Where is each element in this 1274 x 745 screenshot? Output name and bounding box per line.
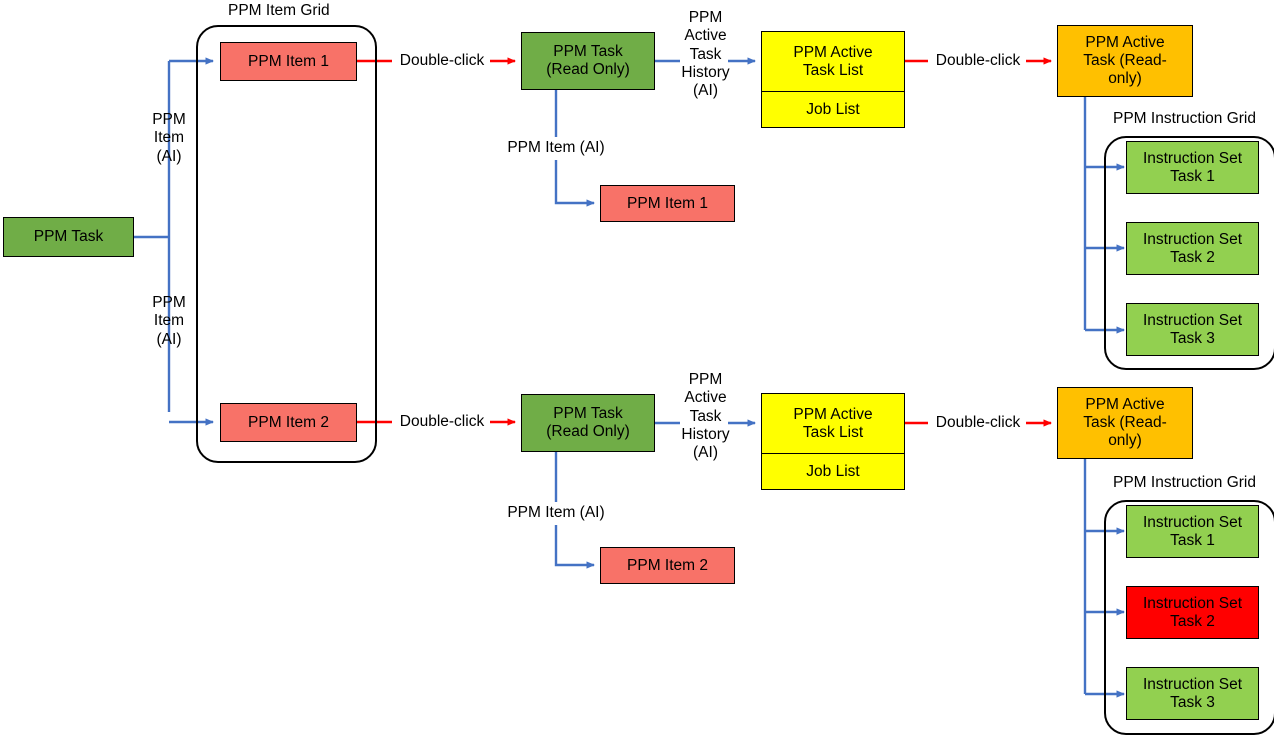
edge-label-double-click-1-text: Double-click [399,52,485,69]
edge-label-ath-bottom-line-3: History [681,425,730,443]
instr-top-1-line-0: Instruction Set [1142,149,1243,167]
instr-bot-2-line-1: Task 2 [1170,612,1215,630]
active-task-list-top-line-1: Task List [802,61,864,79]
node-instruction-set-task-3-bottom[interactable]: Instruction Set Task 3 [1126,667,1259,720]
edge-label-double-click-3: Double-click [392,413,492,431]
active-task-list-bottom-line-1: Task List [802,423,864,441]
ppm-item-grid-caption: PPM Item Grid [228,2,330,19]
edge-label-double-click-2-text: Double-click [935,52,1021,69]
edge-label-ppm-item-ai-top: PPM Item (AI) [126,111,212,166]
node-ppm-task-readonly-top[interactable]: PPM Task (Read Only) [521,32,655,90]
edge-label-ppm-item-ai-detail-top: PPM Item (AI) [491,139,621,157]
active-task-list-bottom-line-0: PPM Active [793,405,873,423]
node-ppm-item-1-detail-line-0: PPM Item 1 [627,194,708,212]
node-ppm-item-2-detail-line-0: PPM Item 2 [627,556,708,574]
instr-bot-1-line-0: Instruction Set [1142,513,1243,531]
edge-label-ppm-item-ai-bottom-line-2: (AI) [156,330,182,348]
node-instruction-set-task-2-bottom[interactable]: Instruction Set Task 2 [1126,586,1259,639]
node-ppm-item-1-detail[interactable]: PPM Item 1 [600,185,735,222]
edge-label-ppm-item-ai-top-line-2: (AI) [156,147,182,165]
node-active-task-readonly-bottom[interactable]: PPM Active Task (Read- only) [1057,387,1193,459]
node-ppm-task-readonly-top-line-0: PPM Task [553,43,623,61]
active-task-list-bottom-joblist-label: Job List [806,462,860,480]
active-task-list-bottom-header: PPM Active Task List [762,394,904,454]
node-ppm-item-2-detail[interactable]: PPM Item 2 [600,547,735,584]
edge-label-double-click-3-text: Double-click [399,413,485,430]
node-ppm-task-readonly-bottom[interactable]: PPM Task (Read Only) [521,394,655,452]
ppm-instruction-grid-top-caption: PPM Instruction Grid [1113,110,1256,127]
diagram-canvas: PPM Item Grid PPM Instruction Grid PPM I… [0,0,1274,745]
edge-label-ppm-item-ai-detail-top-text: PPM Item (AI) [507,139,605,156]
node-ppm-item-1-grid-line-0: PPM Item 1 [248,52,329,70]
node-active-task-list-top[interactable]: PPM Active Task List Job List [761,31,905,128]
edge-label-ppm-item-ai-top-line-1: Item [153,129,185,147]
edge-label-ppm-item-ai-top-line-0: PPM [152,111,186,128]
edge-label-ath-top-line-2: Task [689,45,722,63]
ppm-item-grid-container [196,25,377,463]
node-active-task-readonly-top-line-1: Task (Read- [1083,52,1167,70]
edge-label-active-task-history-bottom: PPM Active Task History (AI) [663,371,748,462]
node-ppm-task-readonly-bottom-line-0: PPM Task [553,405,623,423]
instr-top-1-line-1: Task 1 [1170,167,1215,185]
edge-label-ath-bottom-line-2: Task [689,407,722,425]
node-instruction-set-task-2-top[interactable]: Instruction Set Task 2 [1126,222,1259,275]
node-instruction-set-task-1-bottom[interactable]: Instruction Set Task 1 [1126,505,1259,558]
node-ppm-task-line-0: PPM Task [33,228,104,246]
node-ppm-item-2-grid-line-0: PPM Item 2 [248,413,329,431]
node-ppm-task[interactable]: PPM Task [3,217,134,257]
edge-label-ppm-item-ai-bottom: PPM Item (AI) [126,294,212,349]
node-ppm-item-1-grid[interactable]: PPM Item 1 [220,42,357,81]
node-active-task-readonly-bottom-line-1: Task (Read- [1083,414,1167,432]
node-instruction-set-task-3-top[interactable]: Instruction Set Task 3 [1126,303,1259,356]
edge-label-double-click-1: Double-click [392,52,492,70]
edge-label-ppm-item-ai-bottom-line-0: PPM [152,294,186,311]
instr-top-3-line-0: Instruction Set [1142,311,1243,329]
instr-bot-3-line-1: Task 3 [1170,693,1215,711]
instr-top-2-line-0: Instruction Set [1142,230,1243,248]
edge-label-ath-bottom-line-4: (AI) [693,444,718,462]
node-active-task-list-bottom[interactable]: PPM Active Task List Job List [761,393,905,490]
instr-top-2-line-1: Task 2 [1170,248,1215,266]
node-active-task-readonly-bottom-line-2: only) [1108,431,1142,449]
edge-label-ath-bottom-line-0: PPM [688,371,723,388]
edge-label-active-task-history-top: PPM Active Task History (AI) [663,9,748,100]
instr-bot-1-line-1: Task 1 [1170,531,1215,549]
edge-label-ath-top-line-4: (AI) [693,82,718,100]
node-active-task-readonly-bottom-line-0: PPM Active [1085,396,1165,414]
edge-label-ath-bottom-line-1: Active [684,389,727,407]
active-task-list-top-joblist-label: Job List [806,100,860,118]
ppm-instruction-grid-bottom-caption: PPM Instruction Grid [1113,474,1256,491]
red-connectors [357,57,1052,427]
node-ppm-task-readonly-top-line-1: (Read Only) [546,61,630,78]
edge-label-ath-top-line-3: History [681,63,730,81]
active-task-list-bottom-joblist[interactable]: Job List [762,454,904,489]
edge-label-ppm-item-ai-detail-bottom: PPM Item (AI) [491,504,621,522]
active-task-list-top-joblist[interactable]: Job List [762,92,904,127]
node-active-task-readonly-top[interactable]: PPM Active Task (Read- only) [1057,25,1193,97]
node-instruction-set-task-1-top[interactable]: Instruction Set Task 1 [1126,141,1259,194]
node-active-task-readonly-top-line-0: PPM Active [1085,34,1165,52]
edge-label-double-click-4-text: Double-click [935,414,1021,431]
node-ppm-task-readonly-bottom-line-1: (Read Only) [546,423,630,440]
active-task-list-top-header: PPM Active Task List [762,32,904,92]
edge-label-double-click-4: Double-click [928,414,1028,432]
instr-bot-2-line-0: Instruction Set [1142,594,1243,612]
instr-top-3-line-1: Task 3 [1170,329,1215,347]
edge-label-ath-top-line-0: PPM [688,9,723,26]
edge-label-ppm-item-ai-detail-bottom-text: PPM Item (AI) [507,504,605,521]
edge-label-ppm-item-ai-bottom-line-1: Item [153,312,185,330]
node-ppm-item-2-grid[interactable]: PPM Item 2 [220,403,357,442]
edge-label-ath-top-line-1: Active [684,27,727,45]
active-task-list-top-line-0: PPM Active [793,43,873,61]
node-active-task-readonly-top-line-2: only) [1108,69,1142,87]
edge-label-double-click-2: Double-click [928,52,1028,70]
instr-bot-3-line-0: Instruction Set [1142,675,1243,693]
